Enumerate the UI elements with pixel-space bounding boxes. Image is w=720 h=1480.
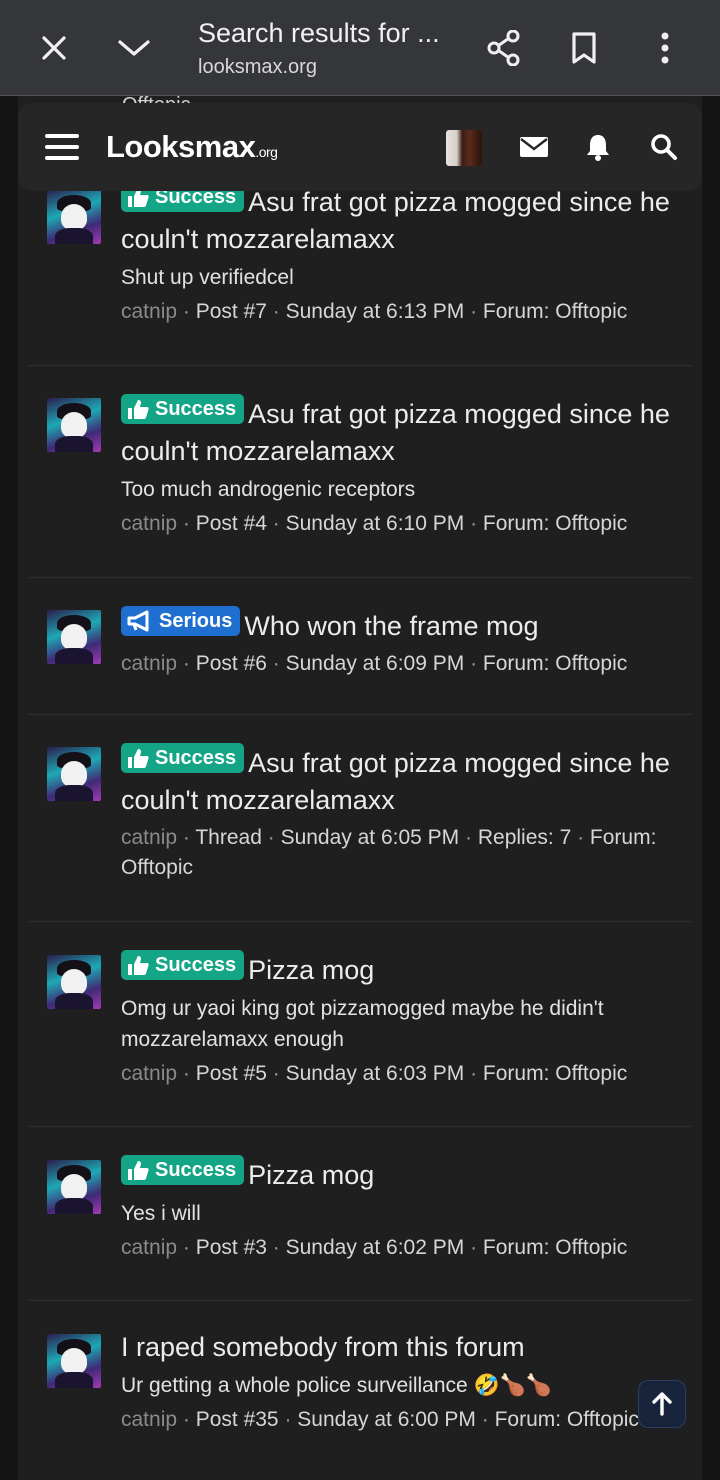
avatar[interactable] bbox=[47, 398, 101, 452]
forum-link[interactable]: Forum: Offtopic bbox=[483, 652, 627, 675]
post-number[interactable]: Post #7 bbox=[196, 300, 267, 323]
page-title: Search results for ... bbox=[198, 18, 440, 48]
post-number[interactable]: Post #3 bbox=[196, 1236, 267, 1259]
author-link[interactable]: catnip bbox=[121, 826, 177, 849]
menu-button[interactable] bbox=[42, 125, 82, 169]
more-options-button[interactable] bbox=[641, 24, 689, 72]
avatar[interactable] bbox=[47, 1160, 101, 1214]
timestamp: Sunday at 6:13 PM bbox=[285, 300, 465, 323]
avatar[interactable] bbox=[47, 1334, 101, 1388]
envelope-icon bbox=[520, 137, 548, 157]
prefix-badge: Success bbox=[121, 1155, 245, 1185]
share-icon bbox=[487, 30, 520, 66]
timestamp: Sunday at 6:05 PM bbox=[280, 826, 460, 849]
result-meta: catnip · Post #5 · Sunday at 6:03 PM · F… bbox=[121, 1062, 628, 1085]
author-link[interactable]: catnip bbox=[121, 300, 177, 323]
result-snippet: Ur getting a whole police surveillance 🤣… bbox=[121, 1374, 552, 1397]
result-title[interactable]: Success Pizza mog bbox=[121, 1155, 681, 1194]
hamburger-icon bbox=[45, 134, 79, 160]
megaphone-icon bbox=[127, 610, 149, 632]
result-snippet: Yes i will bbox=[121, 1202, 201, 1225]
result-title[interactable]: I raped somebody from this forum bbox=[121, 1329, 681, 1366]
timestamp: Sunday at 6:10 PM bbox=[285, 512, 465, 535]
post-number[interactable]: Post #4 bbox=[196, 512, 267, 535]
forum-link[interactable]: Forum: Offtopic bbox=[483, 300, 627, 323]
result-meta: catnip · Post #35 · Sunday at 6:00 PM · … bbox=[121, 1408, 639, 1431]
page-url: looksmax.org bbox=[198, 56, 317, 78]
thread-label: Thread bbox=[195, 826, 262, 849]
timestamp: Sunday at 6:00 PM bbox=[297, 1408, 476, 1431]
forum-link[interactable]: Forum: Offtopic bbox=[483, 1236, 627, 1259]
post-number[interactable]: Post #5 bbox=[196, 1062, 267, 1085]
timestamp: Sunday at 6:09 PM bbox=[285, 652, 465, 675]
chevron-down-icon bbox=[118, 40, 150, 56]
list-item[interactable]: Success Pizza mog Omg ur yaoi king got pi… bbox=[28, 922, 692, 1127]
forum-link[interactable]: Forum: Offtopic bbox=[483, 512, 627, 535]
logo-text: Lᴏᴏksmax bbox=[106, 129, 256, 164]
author-link[interactable]: catnip bbox=[121, 652, 177, 675]
bookmark-button[interactable] bbox=[560, 24, 608, 72]
author-link[interactable]: catnip bbox=[121, 512, 177, 535]
result-snippet: Omg ur yaoi king got pizzamogged maybe h… bbox=[121, 997, 604, 1051]
search-icon bbox=[651, 134, 677, 160]
author-link[interactable]: catnip bbox=[121, 1062, 177, 1085]
result-title[interactable]: Success Asu frat got pizza mogged since h… bbox=[121, 743, 681, 819]
avatar[interactable] bbox=[47, 747, 101, 801]
thumbs-up-icon bbox=[128, 956, 149, 975]
result-title[interactable]: Success Pizza mog bbox=[121, 950, 681, 989]
bookmark-icon bbox=[572, 32, 596, 64]
prefix-badge: Success bbox=[121, 950, 245, 980]
result-meta: catnip · Thread · Sunday at 6:05 PM · Re… bbox=[121, 826, 657, 879]
avatar[interactable] bbox=[47, 610, 101, 664]
timestamp: Sunday at 6:02 PM bbox=[285, 1236, 465, 1259]
author-link[interactable]: catnip bbox=[121, 1236, 177, 1259]
list-item[interactable]: Success Asu frat got pizza mogged since h… bbox=[28, 366, 692, 578]
prefix-badge: Success bbox=[121, 743, 245, 773]
result-meta: catnip · Post #4 · Sunday at 6:10 PM · F… bbox=[121, 512, 628, 535]
search-button[interactable] bbox=[644, 125, 684, 169]
close-icon bbox=[42, 36, 66, 60]
prefix-badge: Success bbox=[121, 394, 245, 424]
site-logo[interactable]: Lᴏᴏksmax.org bbox=[106, 129, 278, 165]
avatar[interactable] bbox=[47, 955, 101, 1009]
scroll-to-top-button[interactable] bbox=[638, 1380, 686, 1428]
timestamp: Sunday at 6:03 PM bbox=[285, 1062, 465, 1085]
user-avatar[interactable] bbox=[446, 130, 482, 166]
list-item[interactable]: I raped somebody from this forum Ur gett… bbox=[28, 1301, 692, 1480]
inbox-button[interactable] bbox=[514, 125, 554, 169]
author-link[interactable]: catnip bbox=[121, 1408, 177, 1431]
browser-toolbar: Search results for ... looksmax.org bbox=[0, 0, 720, 96]
thumbs-up-icon bbox=[128, 749, 149, 768]
result-title[interactable]: Success Asu frat got pizza mogged since h… bbox=[121, 182, 681, 258]
result-snippet: Shut up verifiedcel bbox=[121, 266, 294, 289]
post-number[interactable]: Post #6 bbox=[196, 652, 267, 675]
list-item[interactable]: Success Asu frat got pizza mogged since h… bbox=[28, 715, 692, 922]
share-button[interactable] bbox=[480, 24, 528, 72]
result-snippet: Too much androgenic receptors bbox=[121, 478, 416, 501]
thumbs-up-icon bbox=[128, 1161, 149, 1180]
prefix-badge: Serious bbox=[121, 606, 241, 636]
reply-count: Replies: 7 bbox=[477, 826, 572, 849]
list-item[interactable]: Success Asu frat got pizza mogged since h… bbox=[28, 180, 692, 366]
site-navbar: Lᴏᴏksmax.org bbox=[18, 103, 702, 191]
avatar[interactable] bbox=[47, 190, 101, 244]
forum-link[interactable]: Forum: Offtopic bbox=[483, 1062, 627, 1085]
result-title[interactable]: Success Asu frat got pizza mogged since h… bbox=[121, 394, 681, 470]
more-vertical-icon bbox=[661, 32, 669, 64]
result-title[interactable]: Serious Who won the frame mog bbox=[121, 606, 681, 645]
collapse-button[interactable] bbox=[110, 24, 158, 72]
post-number[interactable]: Post #35 bbox=[196, 1408, 279, 1431]
result-meta: catnip · Post #3 · Sunday at 6:02 PM · F… bbox=[121, 1236, 628, 1259]
thumbs-up-icon bbox=[128, 400, 149, 419]
result-meta: catnip · Post #7 · Sunday at 6:13 PM · F… bbox=[121, 300, 628, 323]
forum-link[interactable]: Forum: Offtopic bbox=[495, 1408, 639, 1431]
bell-icon bbox=[587, 135, 609, 161]
close-tab-button[interactable] bbox=[30, 24, 78, 72]
logo-suffix: .org bbox=[255, 144, 278, 160]
arrow-up-icon bbox=[652, 1392, 672, 1416]
list-item[interactable]: Success Pizza mog Yes i will catnip · Pos… bbox=[28, 1127, 692, 1301]
alerts-button[interactable] bbox=[578, 125, 618, 169]
list-item[interactable]: Serious Who won the frame mog catnip · Po… bbox=[28, 578, 692, 715]
result-meta: catnip · Post #6 · Sunday at 6:09 PM · F… bbox=[121, 652, 628, 675]
